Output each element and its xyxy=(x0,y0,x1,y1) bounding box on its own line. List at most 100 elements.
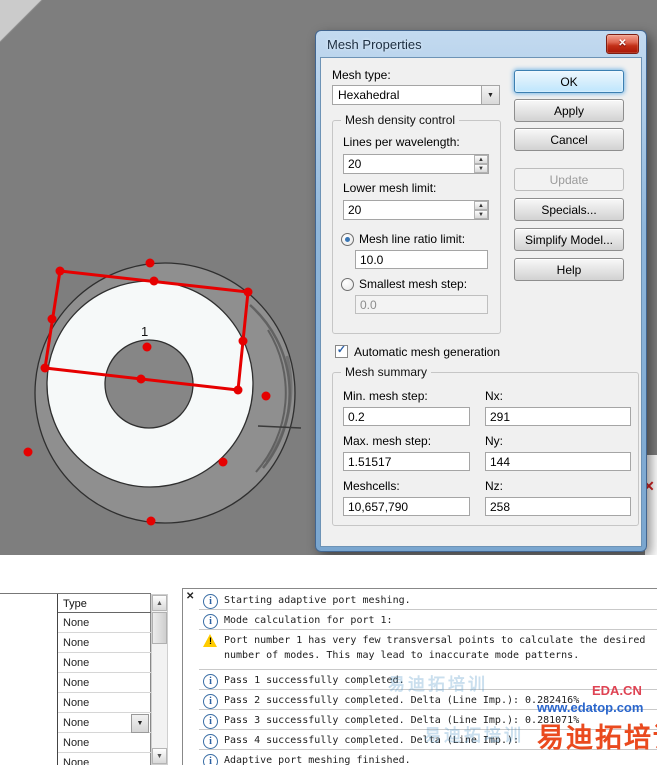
close-icon: ✕ xyxy=(618,38,627,49)
info-icon: i xyxy=(203,674,218,689)
site-watermark: www.edatop.com xyxy=(537,700,644,715)
mesh-type-select[interactable]: Hexahedral ▼ xyxy=(332,85,500,105)
mesh-type-value: Hexahedral xyxy=(338,88,400,102)
mesh-summary-group-title: Mesh summary xyxy=(341,365,432,379)
table-scrollbar[interactable]: ▲ ▼ xyxy=(151,594,168,765)
faint-watermark: 易迪拓培训 xyxy=(424,726,524,745)
table-row[interactable]: None xyxy=(58,613,151,633)
spin-down-button[interactable]: ▼ xyxy=(474,164,488,173)
scroll-up-icon: ▲ xyxy=(156,599,163,607)
mesh-density-group-title: Mesh density control xyxy=(341,113,460,127)
max-mesh-step-label: Max. mesh step: xyxy=(343,434,432,448)
port-number-label: 1 xyxy=(141,324,148,339)
log-message: i Starting adaptive port meshing. xyxy=(199,590,657,610)
table-row[interactable]: None xyxy=(58,653,151,673)
message-text: Port number 1 has very few transversal p… xyxy=(224,635,646,661)
spinner-buttons: ▲ ▼ xyxy=(474,201,488,219)
update-button: Update xyxy=(514,168,624,191)
dialog-body: Mesh type: Hexahedral ▼ Mesh density con… xyxy=(320,57,642,547)
chevron-down-icon[interactable]: ▼ xyxy=(131,714,149,733)
dialog-titlebar[interactable]: Mesh Properties ✕ xyxy=(316,31,646,57)
message-text: Pass 2 successfully completed. Delta (Li… xyxy=(224,695,580,706)
dropdown-glyph: ▼ xyxy=(487,91,494,99)
warning-glyph: ! xyxy=(209,636,212,646)
spin-up-button[interactable]: ▲ xyxy=(474,201,488,210)
spin-down-icon: ▼ xyxy=(478,165,484,172)
warning-icon: ! xyxy=(203,634,218,648)
mesh-summary-group: Mesh summary Min. mesh step: Nx: Max. me… xyxy=(332,365,639,526)
lines-per-wavelength-input[interactable] xyxy=(343,154,489,174)
mesh-density-group: Mesh density control Lines per wavelengt… xyxy=(332,113,501,334)
parameter-table: Type None None None None None None ▼ Non… xyxy=(0,593,151,765)
lines-per-wavelength-spinner: ▲ ▼ xyxy=(343,154,489,174)
lower-mesh-limit-input[interactable] xyxy=(343,200,489,220)
spin-up-button[interactable]: ▲ xyxy=(474,155,488,164)
info-icon: i xyxy=(203,594,218,609)
spin-up-icon: ▲ xyxy=(478,156,484,163)
info-icon: i xyxy=(203,714,218,729)
spinner-buttons: ▲ ▼ xyxy=(474,155,488,173)
smallest-mesh-step-input xyxy=(355,295,488,314)
meshcells-label: Meshcells: xyxy=(343,479,400,493)
auto-mesh-label: Automatic mesh generation xyxy=(354,345,501,359)
check-icon: ✓ xyxy=(336,344,347,356)
table-row[interactable]: None xyxy=(58,733,151,753)
message-text: Adaptive port meshing finished. xyxy=(224,755,411,765)
info-icon: i xyxy=(203,734,218,749)
chevron-down-icon[interactable]: ▼ xyxy=(481,86,499,104)
mesh-line-ratio-label: Mesh line ratio limit: xyxy=(359,232,466,246)
log-message-warning: ! Port number 1 has very few transversal… xyxy=(199,630,657,670)
max-mesh-step-value xyxy=(343,452,470,471)
mesh-line-ratio-input[interactable] xyxy=(355,250,488,269)
dropdown-glyph: ▼ xyxy=(136,720,144,727)
ok-button[interactable]: OK xyxy=(514,70,624,93)
table-header-type[interactable]: Type xyxy=(58,595,151,613)
cancel-button[interactable]: Cancel xyxy=(514,128,624,151)
message-text: Pass 3 successfully completed. Delta (Li… xyxy=(224,715,580,726)
table-cell-value: None xyxy=(63,717,90,729)
log-message: i Mode calculation for port 1: xyxy=(199,610,657,630)
eda-watermark: EDA.CN xyxy=(592,683,642,698)
specials-button[interactable]: Specials... xyxy=(514,198,624,221)
nx-value xyxy=(485,407,631,426)
mesh-line-ratio-radio[interactable] xyxy=(341,233,354,246)
simplify-model-button[interactable]: Simplify Model... xyxy=(514,228,624,251)
meshcells-value xyxy=(343,497,470,516)
brand-watermark: 易迪拓培训 xyxy=(537,723,657,753)
lower-mesh-limit-spinner: ▲ ▼ xyxy=(343,200,489,220)
nz-value xyxy=(485,497,631,516)
help-button[interactable]: Help xyxy=(514,258,624,281)
spin-down-icon: ▼ xyxy=(478,211,484,218)
apply-button[interactable]: Apply xyxy=(514,99,624,122)
table-row-active[interactable]: None ▼ xyxy=(58,713,151,733)
info-icon: i xyxy=(203,614,218,629)
auto-mesh-checkbox[interactable]: ✓ xyxy=(335,345,348,358)
faint-watermark: 易迪拓培训 xyxy=(388,675,488,694)
scroll-down-button[interactable]: ▼ xyxy=(152,748,167,764)
info-icon: i xyxy=(203,754,218,765)
message-text: Pass 1 successfully completed. xyxy=(224,675,405,686)
nz-label: Nz: xyxy=(485,479,503,493)
scrollbar-thumb[interactable] xyxy=(152,612,167,644)
nx-label: Nx: xyxy=(485,389,503,403)
message-text: Mode calculation for port 1: xyxy=(224,615,393,626)
scroll-up-button[interactable]: ▲ xyxy=(152,595,167,611)
table-row[interactable]: None xyxy=(58,633,151,653)
smallest-mesh-step-label: Smallest mesh step: xyxy=(359,277,468,291)
ny-value xyxy=(485,452,631,471)
table-row[interactable]: None xyxy=(58,673,151,693)
spin-down-button[interactable]: ▼ xyxy=(474,210,488,219)
lower-mesh-limit-label: Lower mesh limit: xyxy=(343,181,437,195)
min-mesh-step-value xyxy=(343,407,470,426)
min-mesh-step-label: Min. mesh step: xyxy=(343,389,428,403)
close-icon[interactable]: ✕ xyxy=(186,592,194,602)
spin-up-icon: ▲ xyxy=(478,202,484,209)
table-row[interactable]: None xyxy=(58,693,151,713)
mesh-type-label: Mesh type: xyxy=(332,68,391,82)
smallest-mesh-step-radio[interactable] xyxy=(341,278,354,291)
message-text: Starting adaptive port meshing. xyxy=(224,595,411,606)
scroll-down-icon: ▼ xyxy=(156,752,163,760)
lines-per-wavelength-label: Lines per wavelength: xyxy=(343,135,460,149)
table-row[interactable]: None xyxy=(58,753,151,765)
dialog-close-button[interactable]: ✕ xyxy=(606,34,639,54)
